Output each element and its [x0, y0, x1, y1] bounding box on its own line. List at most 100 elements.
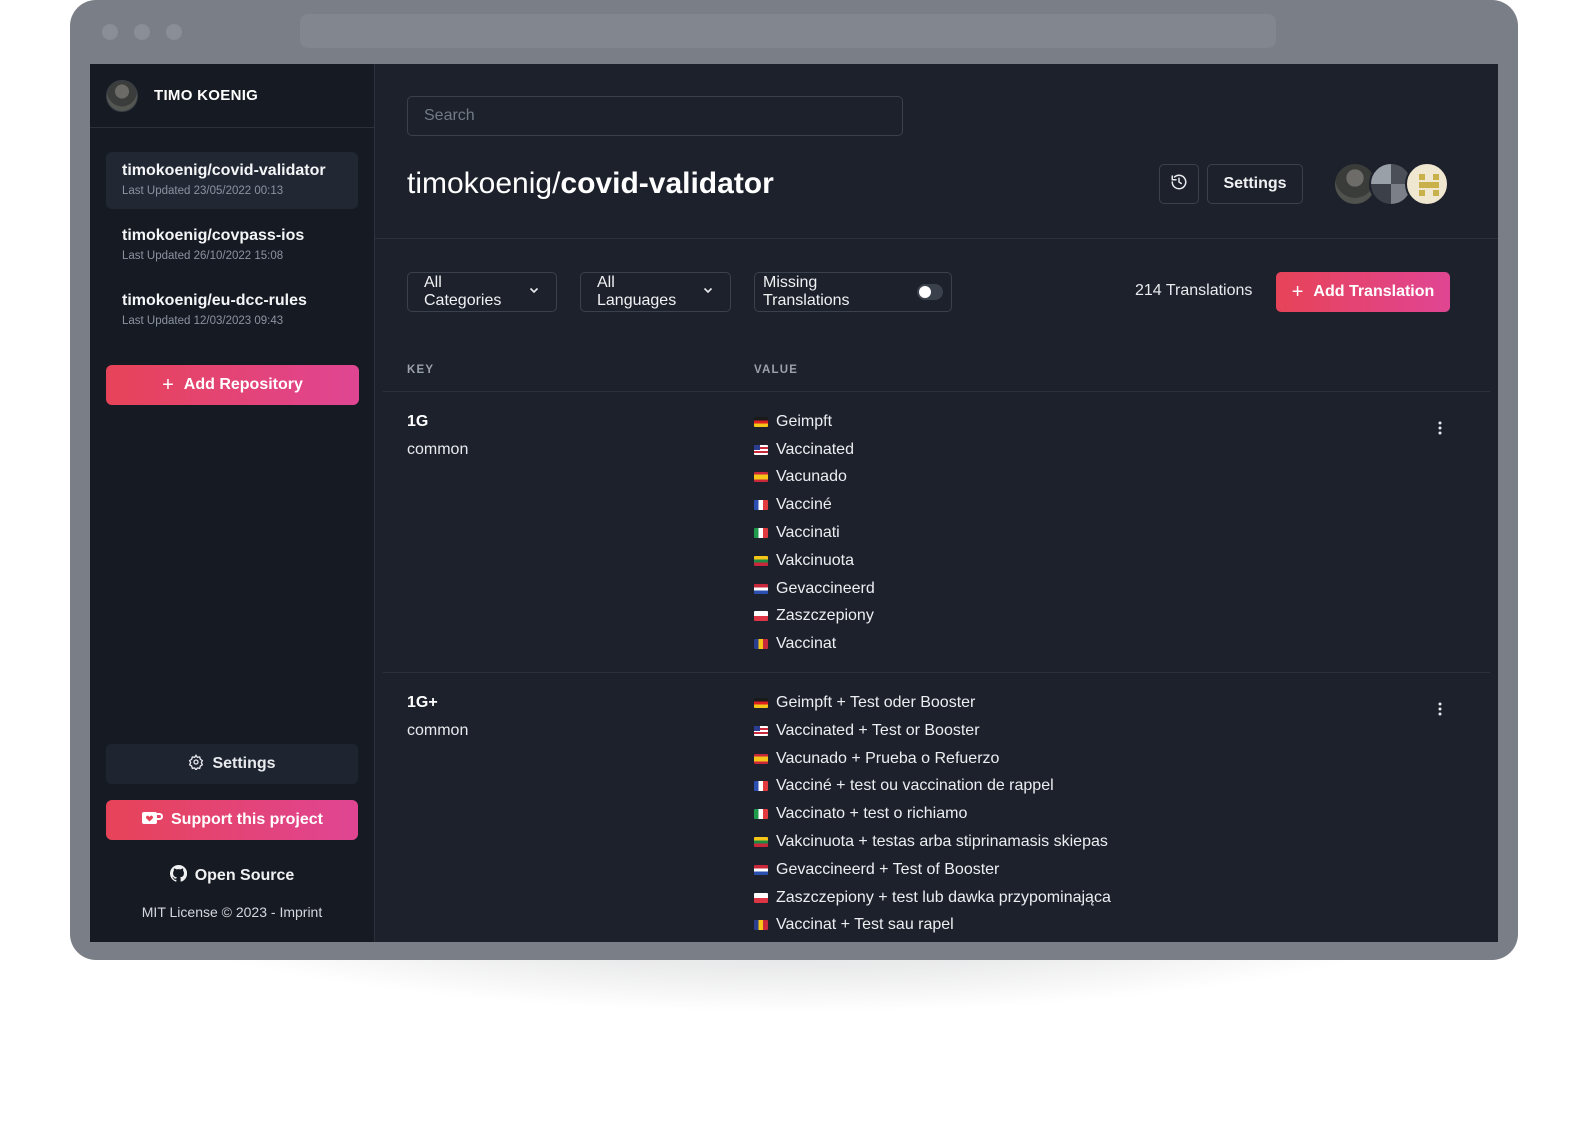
- window-controls: [102, 24, 182, 40]
- repo-item-covpass-ios[interactable]: timokoenig/covpass-ios Last Updated 26/1…: [106, 217, 358, 274]
- translation-value: Vaccinati: [754, 519, 1490, 547]
- value-text: Vaccinat: [776, 635, 837, 653]
- italy-flag-icon: [754, 528, 768, 539]
- category-filter-select[interactable]: All Categories: [407, 272, 557, 312]
- translation-value: Vakcinuota + testas arba stiprinamasis s…: [754, 828, 1490, 856]
- translation-value: Zaszczepiony: [754, 603, 1490, 631]
- translation-value: Vacciné: [754, 491, 1490, 519]
- value-text: Vaccinato + test o richiamo: [776, 805, 968, 823]
- add-translation-label: Add Translation: [1313, 283, 1435, 300]
- close-window-dot[interactable]: [102, 24, 118, 40]
- address-bar[interactable]: [300, 14, 1276, 48]
- poland-flag-icon: [754, 611, 768, 622]
- header-divider: [375, 238, 1498, 239]
- history-button[interactable]: [1159, 164, 1199, 204]
- user-header[interactable]: TIMO KOENIG: [90, 64, 374, 128]
- browser-window: TIMO KOENIG timokoenig/covid-validator L…: [70, 0, 1518, 960]
- category-filter-value: All Categories: [424, 274, 502, 309]
- page-title: timokoenig/covid-validator: [407, 164, 774, 204]
- sidebar: TIMO KOENIG timokoenig/covid-validator L…: [90, 64, 375, 942]
- value-column-header: VALUE: [754, 364, 799, 376]
- repo-last-updated: Last Updated 23/05/2022 00:13: [122, 185, 284, 197]
- license-text[interactable]: MIT License © 2023 - Imprint: [106, 904, 358, 942]
- germany-flag-icon: [754, 698, 768, 709]
- value-text: Vaccinated + Test or Booster: [776, 721, 980, 739]
- support-project-button[interactable]: Support this project: [106, 800, 358, 840]
- sidebar-footer: Settings Support this project Open Sourc…: [106, 744, 358, 942]
- support-project-label: Support this project: [171, 811, 323, 828]
- key-column-header: KEY: [407, 364, 435, 376]
- minimize-window-dot[interactable]: [134, 24, 150, 40]
- repo-item-covid-validator[interactable]: timokoenig/covid-validator Last Updated …: [106, 152, 358, 209]
- more-vertical-icon: [1438, 421, 1442, 440]
- user-name: TIMO KOENIG: [154, 87, 259, 104]
- translation-value: Vaccinated + Test or Booster: [754, 717, 1490, 745]
- value-text: Vacunado + Prueba o Refuerzo: [776, 749, 1000, 767]
- translation-value: Gevaccineerd + Test of Booster: [754, 856, 1490, 884]
- value-text: Geimpft: [776, 412, 833, 430]
- value-text: Vacciné + test ou vaccination de rappel: [776, 777, 1054, 795]
- spain-flag-icon: [754, 753, 768, 764]
- translation-category: common: [407, 441, 469, 458]
- maximize-window-dot[interactable]: [166, 24, 182, 40]
- translation-value: Geimpft: [754, 408, 1490, 436]
- row-values-cell: Geimpft Vaccinated Vacunado Vacciné Vacc…: [754, 408, 1490, 658]
- germany-flag-icon: [754, 416, 768, 427]
- missing-translations-filter[interactable]: Missing Translations: [754, 272, 952, 312]
- github-icon: [169, 864, 187, 887]
- language-filter-select[interactable]: All Languages: [580, 272, 731, 312]
- translation-value: Vakcinuota: [754, 547, 1490, 575]
- row-menu-button[interactable]: [1430, 701, 1450, 721]
- repo-item-eu-dcc-rules[interactable]: timokoenig/eu-dcc-rules Last Updated 12/…: [106, 282, 358, 339]
- plus-icon: +: [1291, 281, 1304, 303]
- identicon-icon: [1419, 174, 1439, 196]
- table-row[interactable]: 1G+ common Geimpft + Test oder Booster V…: [383, 672, 1490, 942]
- table-row[interactable]: 1G common Geimpft Vaccinated Vacunado Va…: [383, 391, 1490, 672]
- row-key-cell: 1G common: [407, 408, 468, 464]
- translation-value: Vaccinat + Test sau rapel: [754, 912, 1490, 940]
- missing-translations-label: Missing Translations: [763, 274, 850, 309]
- app: TIMO KOENIG timokoenig/covid-validator L…: [90, 64, 1498, 942]
- translation-value: Vaccinated: [754, 436, 1490, 464]
- value-text: Vakcinuota + testas arba stiprinamasis s…: [776, 833, 1108, 851]
- value-text: Vaccinat + Test sau rapel: [776, 916, 954, 934]
- ko-fi-cup-icon: [141, 810, 163, 831]
- translation-value: Geimpft + Test oder Booster: [754, 689, 1490, 717]
- chevron-down-icon: [702, 283, 714, 301]
- translation-key: 1G+: [407, 694, 438, 712]
- spain-flag-icon: [754, 472, 768, 483]
- translation-count: 214 Translations: [1135, 282, 1253, 299]
- history-icon: [1170, 173, 1188, 196]
- value-text: Vaccinated: [776, 440, 854, 458]
- repo-owner: timokoenig/: [407, 167, 561, 200]
- repository-list: timokoenig/covid-validator Last Updated …: [90, 128, 374, 339]
- netherlands-flag-icon: [754, 583, 768, 594]
- repo-title-name: covid-validator: [560, 167, 774, 200]
- open-source-link[interactable]: Open Source: [106, 856, 358, 896]
- value-text: Gevaccineerd + Test of Booster: [776, 860, 1000, 878]
- value-text: Gevaccineerd: [776, 579, 875, 597]
- translation-value: Vaccinato + test o richiamo: [754, 800, 1490, 828]
- search-input[interactable]: [407, 96, 903, 136]
- poland-flag-icon: [754, 892, 768, 903]
- value-text: Vakcinuota: [776, 551, 854, 569]
- add-repository-button[interactable]: + Add Repository: [106, 365, 359, 405]
- language-filter-value: All Languages: [597, 274, 677, 309]
- row-menu-button[interactable]: [1430, 420, 1450, 440]
- open-source-label: Open Source: [194, 867, 295, 884]
- add-translation-button[interactable]: + Add Translation: [1276, 272, 1450, 312]
- repo-settings-button[interactable]: Settings: [1207, 164, 1303, 204]
- translation-value: Vacciné + test ou vaccination de rappel: [754, 773, 1490, 801]
- missing-translations-toggle[interactable]: [917, 284, 943, 300]
- avatar[interactable]: [1405, 162, 1449, 206]
- value-text: Vaccinati: [776, 524, 840, 542]
- gear-icon: [188, 753, 204, 775]
- translation-value: Vacunado: [754, 464, 1490, 492]
- sidebar-settings-button[interactable]: Settings: [106, 744, 358, 784]
- repo-last-updated: Last Updated 26/10/2022 15:08: [122, 250, 284, 262]
- main-content: timokoenig/covid-validator Settings: [375, 64, 1498, 942]
- value-text: Geimpft + Test oder Booster: [776, 694, 976, 712]
- translations-table: 1G common Geimpft Vaccinated Vacunado Va…: [383, 391, 1490, 942]
- lithuania-flag-icon: [754, 555, 768, 566]
- usa-flag-icon: [754, 444, 768, 455]
